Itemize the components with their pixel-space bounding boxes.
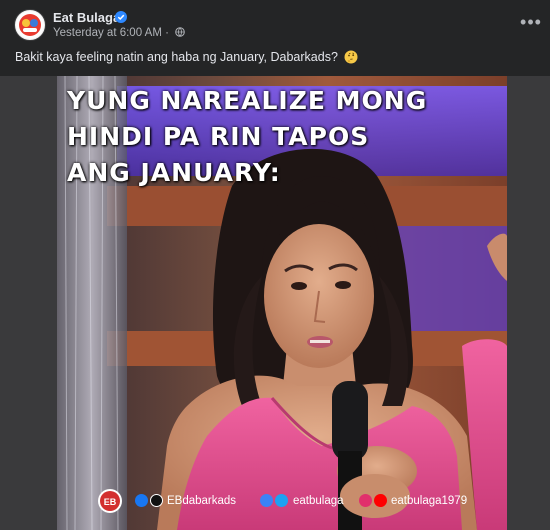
page-avatar[interactable] <box>14 9 46 41</box>
meme-text-line-3: ANG JANUARY: <box>67 158 281 187</box>
meme-text-line-2: HINDI PA RIN TAPOS <box>67 122 370 151</box>
page-name-link[interactable]: Eat Bulaga <box>53 10 120 25</box>
footer-twitter-handle: eatbulaga <box>293 495 344 507</box>
meme-text-line-1: YUNG NAREALIZE MONG <box>67 86 428 115</box>
tiktok-icon <box>150 494 163 507</box>
more-options-button[interactable]: ••• <box>517 12 545 36</box>
instagram-icon <box>359 494 372 507</box>
youtube-icon <box>374 494 387 507</box>
image-social-footer: EB EBdabarkads eatbulaga eatbulaga1979 <box>97 486 507 516</box>
post-header: Eat Bulaga Yesterday at 6:00 AM · ••• <box>0 0 550 46</box>
post-meta: Yesterday at 6:00 AM · <box>53 27 185 39</box>
eat-bulaga-logo-icon <box>16 11 44 39</box>
globe-icon <box>175 27 185 37</box>
thinking-face-emoji-icon <box>344 50 358 64</box>
footer-facebook-handle: EBdabarkads <box>167 495 237 507</box>
twitter-icon <box>260 494 273 507</box>
facebook-post: Eat Bulaga Yesterday at 6:00 AM · ••• Ba… <box>0 0 550 530</box>
verified-badge-icon <box>115 11 127 23</box>
twitter-bird-icon <box>275 494 288 507</box>
post-photo[interactable]: YUNG NAREALIZE MONG HINDI PA RIN TAPOS A… <box>57 76 507 530</box>
footer-instagram-handle: eatbulaga1979 <box>391 495 468 507</box>
post-timestamp[interactable]: Yesterday at 6:00 AM · <box>53 27 169 39</box>
caption-text: Bakit kaya feeling natin ang haba ng Jan… <box>15 50 338 64</box>
facebook-icon <box>135 494 148 507</box>
eb-logo-text: EB <box>104 497 117 507</box>
post-caption: Bakit kaya feeling natin ang haba ng Jan… <box>15 50 358 64</box>
eb-logo-icon: EB <box>98 489 122 513</box>
